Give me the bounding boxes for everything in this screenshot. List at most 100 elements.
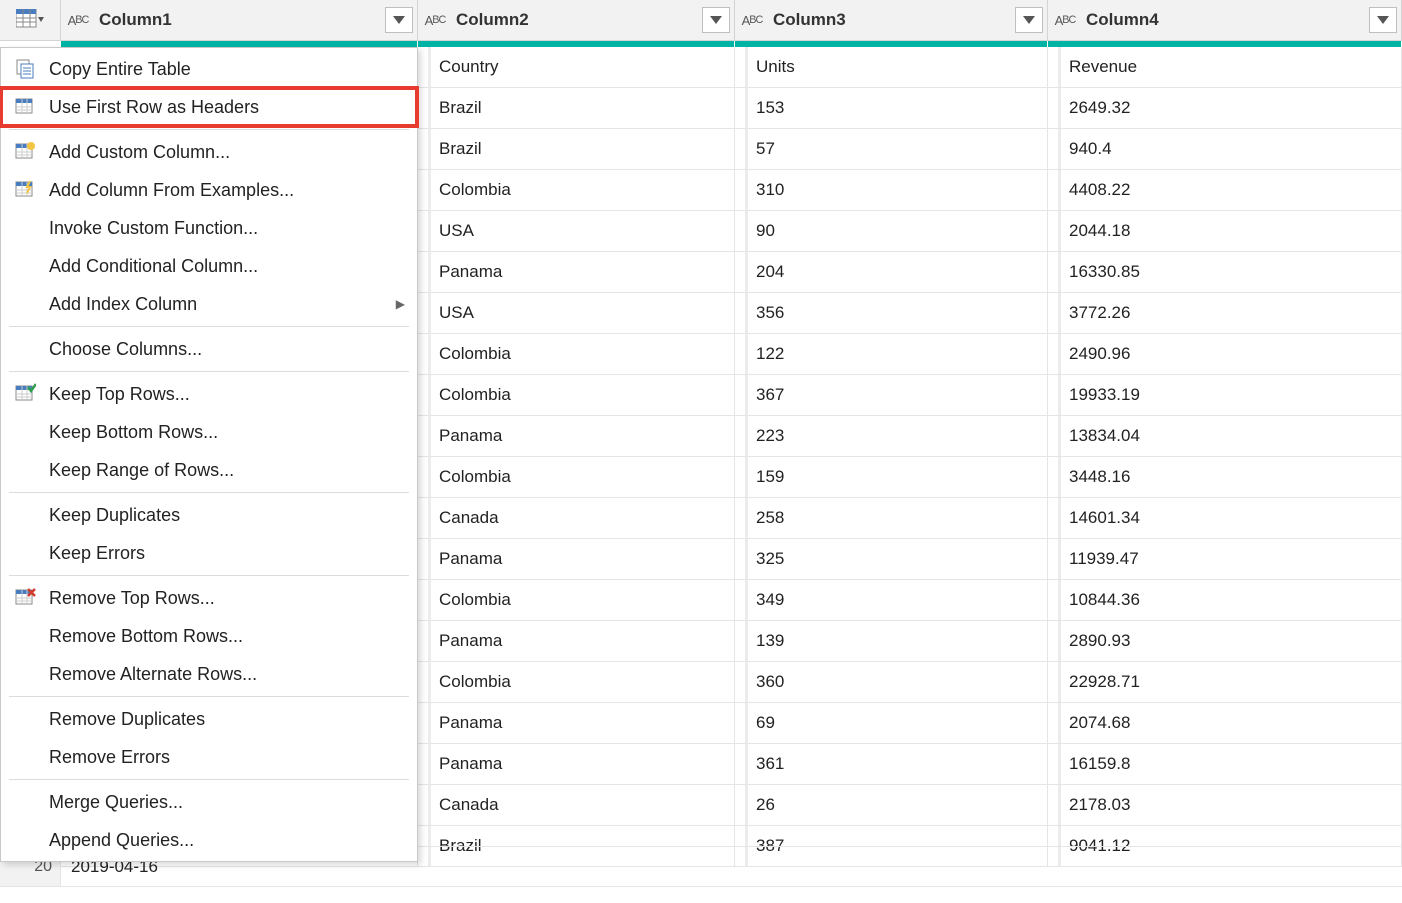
menu-separator [9,696,409,697]
table-cell: 10844.36 [1048,580,1402,620]
table-cell: 356 [735,293,1048,333]
menu-item[interactable]: Add Custom Column... [1,133,417,171]
menu-item-label: Keep Errors [49,543,405,564]
menu-item-label: Append Queries... [49,830,405,851]
table-cell: 325 [735,539,1048,579]
chevron-down-icon [1023,16,1035,24]
table-cell: 159 [735,457,1048,497]
submenu-arrow-icon: ▶ [396,297,405,311]
table-cell: 2649.32 [1048,88,1402,128]
table-cell: 122 [735,334,1048,374]
column-header-label: Column4 [1082,10,1369,30]
menu-separator [9,779,409,780]
table-cell: Panama [418,703,735,743]
table-cell: 11939.47 [1048,539,1402,579]
menu-item-label: Remove Errors [49,747,405,768]
table-cell: Panama [418,252,735,292]
menu-item[interactable]: Use First Row as Headers [1,88,417,126]
column-type-icon: ABC [61,13,95,28]
menu-item[interactable]: Choose Columns... [1,330,417,368]
menu-separator [9,371,409,372]
table-cell: Colombia [418,334,735,374]
menu-item[interactable]: Keep Range of Rows... [1,451,417,489]
menu-item-label: Add Custom Column... [49,142,405,163]
menu-item[interactable]: Invoke Custom Function... [1,209,417,247]
menu-separator [9,492,409,493]
table-check-icon [1,383,49,405]
table-cell: 57 [735,129,1048,169]
chevron-down-icon [393,16,405,24]
menu-item-label: Choose Columns... [49,339,405,360]
table-cell: 26 [735,785,1048,825]
menu-item-label: Use First Row as Headers [49,97,405,118]
column-type-icon: ABC [735,13,769,28]
table-cell: 2074.68 [1048,703,1402,743]
menu-item[interactable]: Keep Top Rows... [1,375,417,413]
table-menu-button[interactable] [0,0,61,40]
menu-item[interactable]: Remove Alternate Rows... [1,655,417,693]
table-cell: Country [418,47,735,87]
table-cell: 69 [735,703,1048,743]
table-cell: Colombia [418,457,735,497]
column-header-column1[interactable]: ABC Column1 [61,0,418,40]
table-star-icon [1,141,49,163]
menu-item[interactable]: Merge Queries... [1,783,417,821]
table-cell: Colombia [418,170,735,210]
column-header-column4[interactable]: ABC Column4 [1048,0,1402,40]
column-filter-button[interactable] [702,7,730,33]
table-cell: Colombia [418,375,735,415]
table-cell: 4408.22 [1048,170,1402,210]
column-header-column3[interactable]: ABC Column3 [735,0,1048,40]
menu-item-label: Merge Queries... [49,792,405,813]
column-type-icon: ABC [1048,13,1082,28]
menu-item[interactable]: Append Queries... [1,821,417,859]
table-cell: 3772.26 [1048,293,1402,333]
table-lightning-icon [1,179,49,201]
menu-item[interactable]: Add Column From Examples... [1,171,417,209]
table-cell: 310 [735,170,1048,210]
menu-item-label: Remove Alternate Rows... [49,664,405,685]
table-cell: USA [418,293,735,333]
column-filter-button[interactable] [1369,7,1397,33]
table-cell: Canada [418,498,735,538]
table-cell: USA [418,211,735,251]
copy-icon [1,58,49,80]
table-cell: 19933.19 [1048,375,1402,415]
table-icon [1,96,49,118]
table-cell: 2490.96 [1048,334,1402,374]
column-header-label: Column1 [95,10,385,30]
table-cell: 204 [735,252,1048,292]
table-cell: 2044.18 [1048,211,1402,251]
table-cell: Panama [418,539,735,579]
table-cell: Revenue [1048,47,1402,87]
menu-item[interactable]: Remove Top Rows... [1,579,417,617]
column-header-column2[interactable]: ABC Column2 [418,0,735,40]
menu-item[interactable]: Keep Errors [1,534,417,572]
menu-item[interactable]: Remove Bottom Rows... [1,617,417,655]
column-filter-button[interactable] [1015,7,1043,33]
column-header-row: ABC Column1 ABC Column2 ABC Column3 ABC … [0,0,1402,41]
menu-item[interactable]: Keep Duplicates [1,496,417,534]
menu-item-label: Keep Duplicates [49,505,405,526]
column-filter-button[interactable] [385,7,413,33]
table-cell: 3448.16 [1048,457,1402,497]
menu-item[interactable]: Remove Duplicates [1,700,417,738]
menu-item[interactable]: Keep Bottom Rows... [1,413,417,451]
table-cell: Panama [418,621,735,661]
menu-item[interactable]: Copy Entire Table [1,50,417,88]
menu-item-label: Remove Top Rows... [49,588,405,609]
table-cell: Brazil [418,129,735,169]
table-cell: 13834.04 [1048,416,1402,456]
menu-separator [9,326,409,327]
menu-item-label: Remove Duplicates [49,709,405,730]
table-cell: 360 [735,662,1048,702]
table-cell: Colombia [418,580,735,620]
table-x-icon [1,587,49,609]
table-cell: 139 [735,621,1048,661]
table-cell: Canada [418,785,735,825]
menu-item[interactable]: Remove Errors [1,738,417,776]
table-cell: 367 [735,375,1048,415]
menu-item[interactable]: Add Index Column▶ [1,285,417,323]
menu-item[interactable]: Add Conditional Column... [1,247,417,285]
table-cell: 349 [735,580,1048,620]
